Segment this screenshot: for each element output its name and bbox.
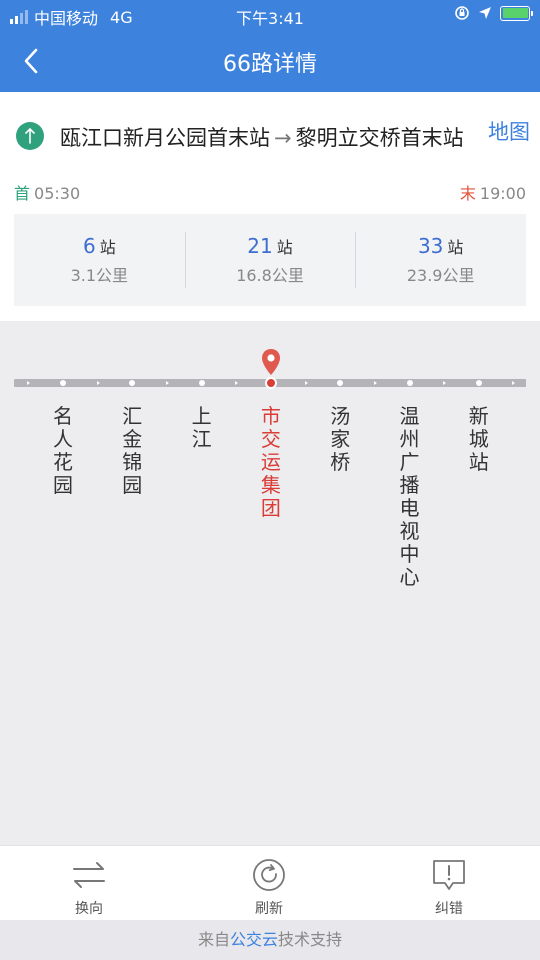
switch-direction-label: 换向	[75, 901, 103, 917]
stat-count: 21	[247, 234, 273, 258]
direction-tick	[235, 381, 239, 385]
route-name: 瓯江口新月公园首末站 → 黎明立交桥首末站	[60, 122, 464, 152]
stop-label[interactable]: 上江	[190, 405, 214, 451]
switch-direction-button[interactable]: 换向	[49, 858, 129, 918]
stat-distance: 16.8公里	[236, 266, 304, 285]
stat-item[interactable]: 6站 3.1公里	[14, 214, 185, 306]
first-bus-tag: 首	[14, 184, 31, 203]
current-stop-label[interactable]: 市交运集团	[259, 405, 283, 520]
last-bus-time: 末 19:00	[460, 180, 526, 204]
footer-suffix: 技术支持	[278, 930, 343, 949]
first-bus-time: 首 05:30	[14, 180, 80, 204]
direction-tick	[304, 381, 308, 385]
stat-unit: 站	[99, 238, 116, 257]
report-icon	[433, 860, 465, 890]
action-bar: 换向 刷新 纠错	[0, 845, 540, 920]
stop-label[interactable]: 名人花园	[51, 405, 75, 497]
direction-tick	[373, 381, 377, 385]
direction-tick	[512, 381, 516, 385]
route-origin: 瓯江口新月公园首末站	[60, 126, 270, 150]
route-arrow: →	[274, 126, 292, 150]
stat-distance: 23.9公里	[406, 266, 475, 285]
map-button[interactable]: 地图	[488, 116, 530, 146]
current-location-pin-icon	[262, 349, 280, 375]
refresh-icon	[253, 859, 285, 891]
footer-brand[interactable]: 公交云	[230, 930, 278, 949]
route-info-panel: 瓯江口新月公园首末站 → 黎明立交桥首末站 地图 首 05:30 末 19:00 6站 …	[0, 92, 540, 321]
direction-tick	[443, 381, 447, 385]
stop-label[interactable]: 温州广播电视中心	[398, 405, 422, 589]
orientation-lock-icon	[455, 6, 469, 20]
stop-label[interactable]: 汇金锦园	[120, 405, 144, 497]
stop-label[interactable]: 汤家桥	[328, 405, 352, 474]
refresh-button[interactable]: 刷新	[229, 858, 309, 918]
header: 中国移动 4G 下午3:41 66路详情	[0, 0, 540, 92]
first-bus-value: 05:30	[34, 184, 81, 203]
stop-label[interactable]: 新城站	[467, 405, 491, 474]
route-destination: 黎明立交桥首末站	[295, 126, 464, 150]
stat-count: 33	[417, 234, 444, 258]
footer-prefix: 来自	[197, 930, 230, 949]
nav-bar: 66路详情	[0, 30, 540, 92]
direction-tick	[27, 381, 31, 385]
report-error-button[interactable]: 纠错	[409, 858, 489, 918]
stop-dot[interactable]	[198, 380, 205, 386]
stop-dot[interactable]	[60, 380, 66, 386]
stop-dot[interactable]	[475, 380, 482, 386]
battery-icon	[500, 5, 533, 21]
stat-item[interactable]: 33 站 23.9公里	[355, 214, 526, 306]
route-line-map[interactable]: 名人花园 汇金锦园 上江 市交运集团 汤家桥 温州广播电视中心 新城站	[0, 321, 540, 845]
location-icon	[479, 7, 491, 19]
direction-tick	[96, 381, 100, 385]
direction-tick	[165, 381, 169, 385]
stat-distance: 3.1公里	[70, 266, 129, 285]
stat-item[interactable]: 21 站 16.8公里	[184, 214, 356, 306]
stat-unit: 站	[447, 238, 464, 257]
stat-count: 6	[82, 234, 96, 258]
stat-unit: 站	[276, 238, 293, 257]
refresh-label: 刷新	[255, 901, 283, 917]
last-bus-tag: 末	[459, 184, 476, 203]
page-title: 66路详情	[223, 52, 317, 77]
status-bar: 中国移动 4G 下午3:41	[0, 0, 540, 30]
swap-icon	[73, 862, 105, 888]
arrival-stats: 6站 3.1公里 21 站 16.8公里 33 站 23.9公里	[14, 214, 526, 306]
route-direction-icon	[16, 122, 44, 150]
last-bus-value: 19:00	[479, 184, 526, 203]
stop-dot[interactable]	[406, 380, 413, 386]
footer-credit: 来自公交云技术支持	[0, 920, 540, 960]
report-error-label: 纠错	[435, 901, 463, 917]
current-stop-dot[interactable]	[264, 377, 277, 389]
